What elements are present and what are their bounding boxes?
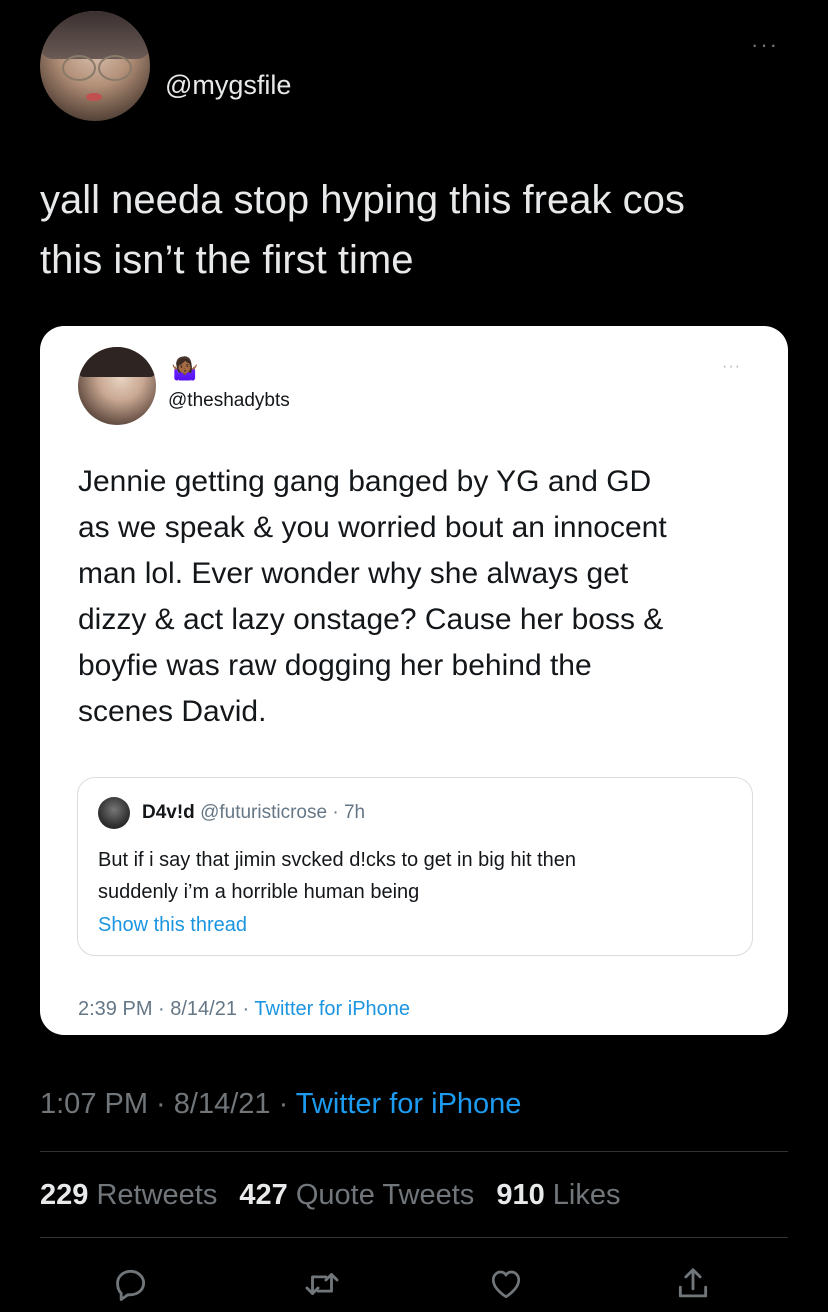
share-icon	[678, 1268, 708, 1298]
embedded-tweet-text: Jennie getting gang banged by YG and GD …	[78, 465, 667, 728]
divider	[40, 1237, 788, 1238]
tweet-text: yall needa stop hyping this freak cos th…	[40, 178, 685, 282]
embedded-avatar	[78, 347, 156, 425]
more-options-icon[interactable]: ···	[751, 32, 779, 58]
reply-icon	[116, 1269, 146, 1301]
embedded-tweet-image[interactable]: 🤷🏾‍♀️ @theshadybts ··· Jennie getting ga…	[40, 326, 788, 1035]
engagement-stats: 229 Retweets 427 Quote Tweets 910 Likes	[40, 1179, 620, 1212]
quoted-name: D4v!d	[142, 802, 195, 823]
tweet-timestamp[interactable]: 1:07 PM · 8/14/21 ·	[40, 1088, 296, 1120]
reply-button[interactable]	[109, 1262, 153, 1306]
author-handle[interactable]: @mygsfile	[165, 70, 291, 101]
embedded-timestamp: 2:39 PM · 8/14/21 ·	[78, 998, 255, 1020]
quoted-avatar	[98, 797, 130, 829]
retweets-stat[interactable]: 229 Retweets	[40, 1179, 217, 1211]
like-icon	[491, 1270, 521, 1299]
quoted-tweet: D4v!d @futuristicrose · 7h But if i say …	[77, 777, 753, 956]
quoted-meta: @futuristicrose · 7h	[200, 802, 366, 823]
embedded-more-icon: ···	[722, 358, 741, 375]
divider	[40, 1151, 788, 1152]
embedded-footer: 2:39 PM · 8/14/21 · Twitter for iPhone	[78, 998, 410, 1021]
likes-stat[interactable]: 910 Likes	[496, 1179, 620, 1211]
tweet-timestamp-row: 1:07 PM · 8/14/21 · Twitter for iPhone	[40, 1088, 521, 1121]
embedded-handle: @theshadybts	[168, 390, 290, 411]
retweet-button[interactable]	[300, 1262, 344, 1306]
show-thread-link: Show this thread	[98, 914, 247, 936]
quoted-header: D4v!d @futuristicrose · 7h	[142, 802, 365, 824]
retweet-icon	[305, 1273, 339, 1295]
share-button[interactable]	[671, 1262, 715, 1306]
tweet-source-link[interactable]: Twitter for iPhone	[296, 1088, 522, 1120]
embedded-source: Twitter for iPhone	[254, 998, 411, 1020]
embedded-display-name-emoji: 🤷🏾‍♀️	[171, 356, 199, 381]
quote-tweets-stat[interactable]: 427 Quote Tweets	[239, 1179, 474, 1211]
profile-avatar[interactable]	[40, 11, 150, 121]
quoted-text: But if i say that jimin svcked d!cks to …	[98, 849, 577, 903]
like-button[interactable]	[484, 1262, 528, 1306]
